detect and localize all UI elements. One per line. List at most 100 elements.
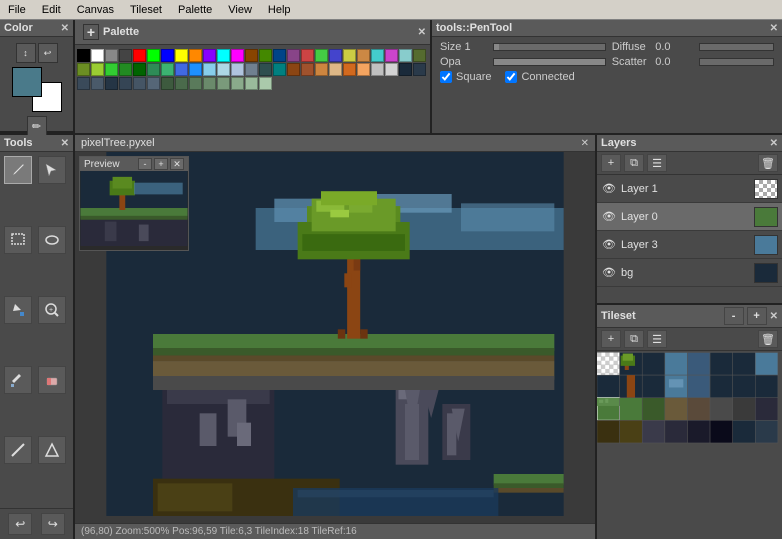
pentool-close[interactable]: ✕ — [770, 23, 778, 34]
swap-colors-btn[interactable]: ↕ — [16, 43, 36, 63]
layer-visibility-btn[interactable]: 👁 — [601, 209, 617, 225]
palette-color-swatch[interactable] — [189, 77, 202, 90]
palette-color-swatch[interactable] — [217, 63, 230, 76]
palette-color-swatch[interactable] — [105, 77, 118, 90]
zoom-tool-btn[interactable]: + — [38, 296, 66, 324]
reset-colors-btn[interactable]: ↩ — [38, 43, 58, 63]
tileset-content[interactable] — [597, 351, 782, 539]
preview-close-btn[interactable]: ✕ — [170, 158, 184, 170]
palette-color-swatch[interactable] — [161, 49, 174, 62]
palette-color-swatch[interactable] — [161, 77, 174, 90]
pen-tool-btn[interactable] — [4, 156, 32, 184]
layer-row[interactable]: 👁 bg — [597, 259, 782, 287]
fill-tool-btn[interactable] — [4, 296, 32, 324]
redo-btn[interactable]: ↪ — [41, 513, 65, 535]
palette-color-swatch[interactable] — [287, 63, 300, 76]
palette-color-swatch[interactable] — [161, 63, 174, 76]
palette-color-swatch[interactable] — [147, 77, 160, 90]
menu-help[interactable]: Help — [260, 2, 299, 18]
diffuse-slider[interactable] — [699, 43, 774, 51]
palette-color-swatch[interactable] — [301, 49, 314, 62]
tileset-minus-btn[interactable]: - — [724, 307, 744, 325]
palette-color-swatch[interactable] — [385, 49, 398, 62]
palette-color-swatch[interactable] — [273, 49, 286, 62]
arrow-tool-btn[interactable] — [38, 156, 66, 184]
palette-color-swatch[interactable] — [189, 49, 202, 62]
palette-color-swatch[interactable] — [259, 49, 272, 62]
layer-row[interactable]: 👁 Layer 3 — [597, 231, 782, 259]
preview-minus-btn[interactable]: - — [138, 158, 152, 170]
fg-bg-colors[interactable] — [12, 67, 62, 112]
line-tool-btn[interactable] — [4, 436, 32, 464]
duplicate-layer-btn[interactable]: ⧉ — [624, 154, 644, 172]
palette-color-swatch[interactable] — [329, 49, 342, 62]
palette-color-swatch[interactable] — [315, 49, 328, 62]
undo-btn[interactable]: ↩ — [8, 513, 32, 535]
palette-color-swatch[interactable] — [119, 49, 132, 62]
palette-color-swatch[interactable] — [385, 63, 398, 76]
palette-add-btn[interactable]: + — [83, 24, 99, 40]
palette-color-swatch[interactable] — [245, 63, 258, 76]
tileset-options-btn[interactable]: ☰ — [647, 330, 667, 348]
palette-color-swatch[interactable] — [413, 63, 426, 76]
menu-view[interactable]: View — [220, 2, 260, 18]
palette-color-swatch[interactable] — [203, 63, 216, 76]
canvas-content[interactable]: Preview - + ✕ — [75, 152, 595, 516]
rect-select-btn[interactable] — [4, 226, 32, 254]
palette-color-swatch[interactable] — [301, 63, 314, 76]
palette-color-swatch[interactable] — [231, 49, 244, 62]
menu-tileset[interactable]: Tileset — [122, 2, 170, 18]
palette-color-swatch[interactable] — [175, 77, 188, 90]
menu-edit[interactable]: Edit — [34, 2, 69, 18]
palette-color-swatch[interactable] — [217, 77, 230, 90]
menu-canvas[interactable]: Canvas — [69, 2, 122, 18]
palette-color-swatch[interactable] — [119, 77, 132, 90]
menu-palette[interactable]: Palette — [170, 2, 220, 18]
palette-color-swatch[interactable] — [259, 77, 272, 90]
palette-color-swatch[interactable] — [133, 77, 146, 90]
palette-color-swatch[interactable] — [413, 49, 426, 62]
shape-btn[interactable] — [38, 436, 66, 464]
palette-color-swatch[interactable] — [77, 63, 90, 76]
palette-color-swatch[interactable] — [189, 63, 202, 76]
palette-color-swatch[interactable] — [105, 49, 118, 62]
palette-color-swatch[interactable] — [343, 49, 356, 62]
palette-color-swatch[interactable] — [175, 49, 188, 62]
tileset-plus-btn[interactable]: + — [747, 307, 767, 325]
palette-color-swatch[interactable] — [77, 77, 90, 90]
add-tileset-btn[interactable]: + — [601, 330, 621, 348]
palette-color-swatch[interactable] — [231, 77, 244, 90]
palette-color-swatch[interactable] — [119, 63, 132, 76]
palette-color-swatch[interactable] — [175, 63, 188, 76]
palette-color-swatch[interactable] — [259, 63, 272, 76]
palette-color-swatch[interactable] — [147, 49, 160, 62]
fg-color-swatch[interactable] — [12, 67, 42, 97]
opa-slider[interactable] — [493, 58, 606, 66]
palette-color-swatch[interactable] — [399, 63, 412, 76]
palette-color-swatch[interactable] — [245, 77, 258, 90]
scatter-slider[interactable] — [699, 58, 774, 66]
layer-row[interactable]: 👁 Layer 1 — [597, 175, 782, 203]
canvas-close[interactable]: ✕ — [581, 138, 589, 149]
palette-color-swatch[interactable] — [231, 63, 244, 76]
palette-color-swatch[interactable] — [357, 63, 370, 76]
layers-close[interactable]: ✕ — [770, 138, 778, 149]
palette-color-swatch[interactable] — [329, 63, 342, 76]
palette-color-swatch[interactable] — [217, 49, 230, 62]
palette-color-swatch[interactable] — [133, 49, 146, 62]
color-panel-close[interactable]: ✕ — [61, 23, 69, 34]
palette-color-swatch[interactable] — [287, 49, 300, 62]
layer-options-btn[interactable]: ☰ — [647, 154, 667, 172]
palette-color-swatch[interactable] — [105, 63, 118, 76]
palette-color-swatch[interactable] — [399, 49, 412, 62]
tileset-close[interactable]: ✕ — [770, 311, 778, 322]
palette-color-swatch[interactable] — [147, 63, 160, 76]
palette-panel-close[interactable]: ✕ — [418, 27, 426, 38]
layer-row[interactable]: 👁 Layer 0 — [597, 203, 782, 231]
ellipse-tool-btn[interactable] — [38, 226, 66, 254]
palette-color-swatch[interactable] — [371, 49, 384, 62]
layer-visibility-btn[interactable]: 👁 — [601, 237, 617, 253]
palette-color-swatch[interactable] — [91, 49, 104, 62]
delete-tileset-btn[interactable]: 🗑 — [758, 330, 778, 348]
square-checkbox[interactable] — [440, 71, 452, 83]
